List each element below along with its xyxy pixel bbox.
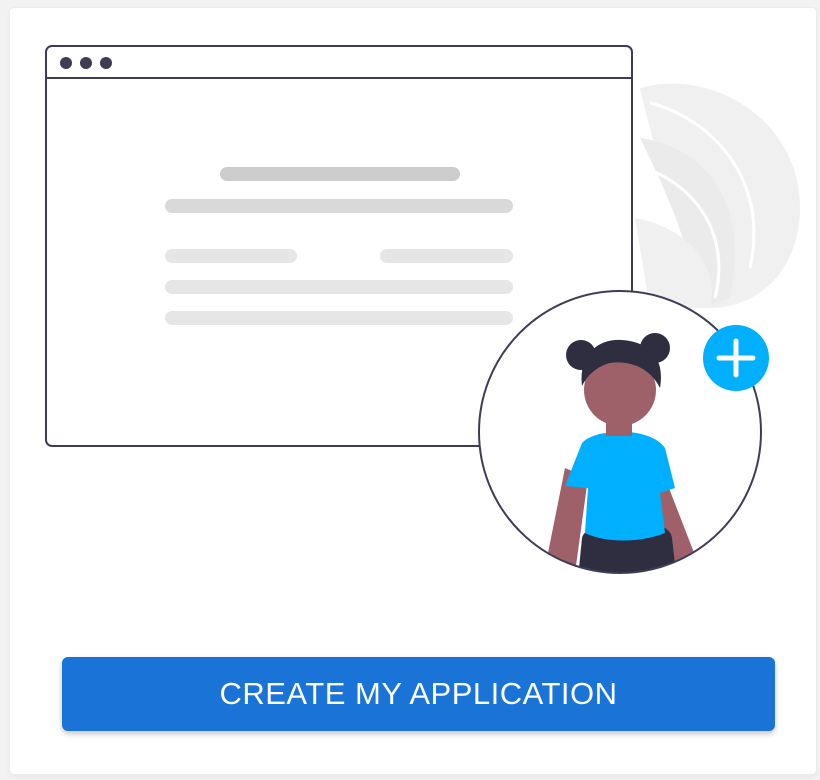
- window-dot-icon: [60, 57, 72, 69]
- placeholder-line: [165, 280, 513, 294]
- new-application-illustration: [10, 8, 816, 608]
- illustration-svg: [45, 45, 800, 574]
- create-application-card: CREATE MY APPLICATION: [10, 8, 816, 774]
- create-my-application-button[interactable]: CREATE MY APPLICATION: [62, 657, 775, 731]
- plus-icon: [703, 325, 769, 391]
- placeholder-line: [165, 249, 297, 263]
- placeholder-title-line: [220, 167, 460, 181]
- placeholder-line: [165, 311, 513, 325]
- placeholder-line: [165, 199, 513, 213]
- window-dot-icon: [100, 57, 112, 69]
- window-dot-icon: [80, 57, 92, 69]
- background-leaf-decoration: [635, 83, 800, 308]
- placeholder-line: [380, 249, 513, 263]
